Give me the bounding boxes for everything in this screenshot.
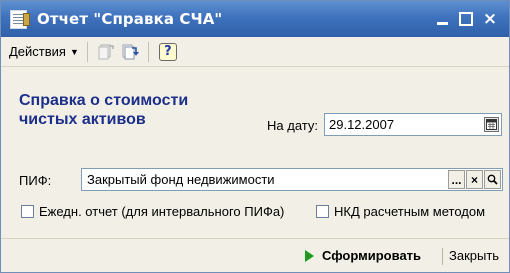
daily-report-checkbox[interactable] [21, 205, 34, 218]
report-heading: Справка о стоимости чистых активов [19, 91, 188, 129]
date-value: 29.12.2007 [329, 117, 395, 132]
help-button[interactable]: ? [158, 42, 177, 61]
nkd-calc-checkbox[interactable] [316, 205, 329, 218]
pif-value: Закрытый фонд недвижимости [87, 172, 275, 187]
generate-label: Сформировать [322, 248, 422, 263]
report-window: Отчет "Справка СЧА" × Действия ▼ ? Справ… [0, 0, 510, 273]
magnifier-icon [487, 174, 498, 185]
date-field[interactable]: 29.12.2007 [324, 113, 502, 136]
nkd-calc-option[interactable]: НКД расчетным методом [316, 204, 485, 219]
restore-settings-icon [122, 44, 139, 59]
heading-line-1: Справка о стоимости [19, 92, 189, 109]
save-settings-button[interactable] [94, 41, 118, 63]
actions-menu-label: Действия [9, 44, 66, 59]
calendar-button[interactable] [484, 117, 499, 132]
pif-field-buttons: ... × [448, 170, 501, 189]
generate-button[interactable]: Сформировать [305, 248, 421, 263]
dropdown-arrow-icon: ▼ [69, 46, 79, 57]
open-pif-button[interactable] [484, 170, 501, 189]
window-controls: × [431, 8, 501, 30]
daily-report-label: Ежедн. отчет (для интервального ПИФа) [39, 204, 285, 219]
daily-report-option[interactable]: Ежедн. отчет (для интервального ПИФа) [21, 204, 284, 219]
footer-separator [442, 248, 443, 265]
actions-menu-button[interactable]: Действия ▼ [7, 41, 81, 63]
title-bar[interactable]: Отчет "Справка СЧА" × [1, 1, 509, 37]
calendar-icon [486, 119, 497, 130]
run-arrow-icon [305, 249, 314, 262]
pif-label: ПИФ: [19, 173, 52, 188]
close-form-button[interactable]: Закрыть [449, 248, 499, 263]
restore-settings-button[interactable] [118, 41, 142, 63]
report-document-icon [10, 9, 30, 29]
date-label: На дату: [267, 118, 318, 133]
maximize-button[interactable] [455, 8, 477, 30]
minimize-button[interactable] [431, 8, 453, 30]
nkd-calc-label: НКД расчетным методом [334, 204, 486, 219]
clear-pif-button[interactable]: × [466, 170, 483, 189]
toolbar-separator [86, 41, 88, 62]
toolbar: Действия ▼ ? [1, 37, 509, 67]
heading-line-2: чистых активов [19, 111, 146, 128]
select-pif-button[interactable]: ... [448, 170, 465, 189]
toolbar-separator [147, 41, 149, 62]
footer-bar: Сформировать Закрыть [1, 238, 509, 272]
window-title: Отчет "Справка СЧА" [37, 10, 223, 28]
maximize-icon [459, 12, 473, 26]
pif-field[interactable]: Закрытый фонд недвижимости ... × [81, 168, 503, 191]
save-settings-icon [98, 44, 114, 59]
close-button[interactable]: × [479, 8, 501, 30]
minimize-icon [436, 22, 448, 25]
